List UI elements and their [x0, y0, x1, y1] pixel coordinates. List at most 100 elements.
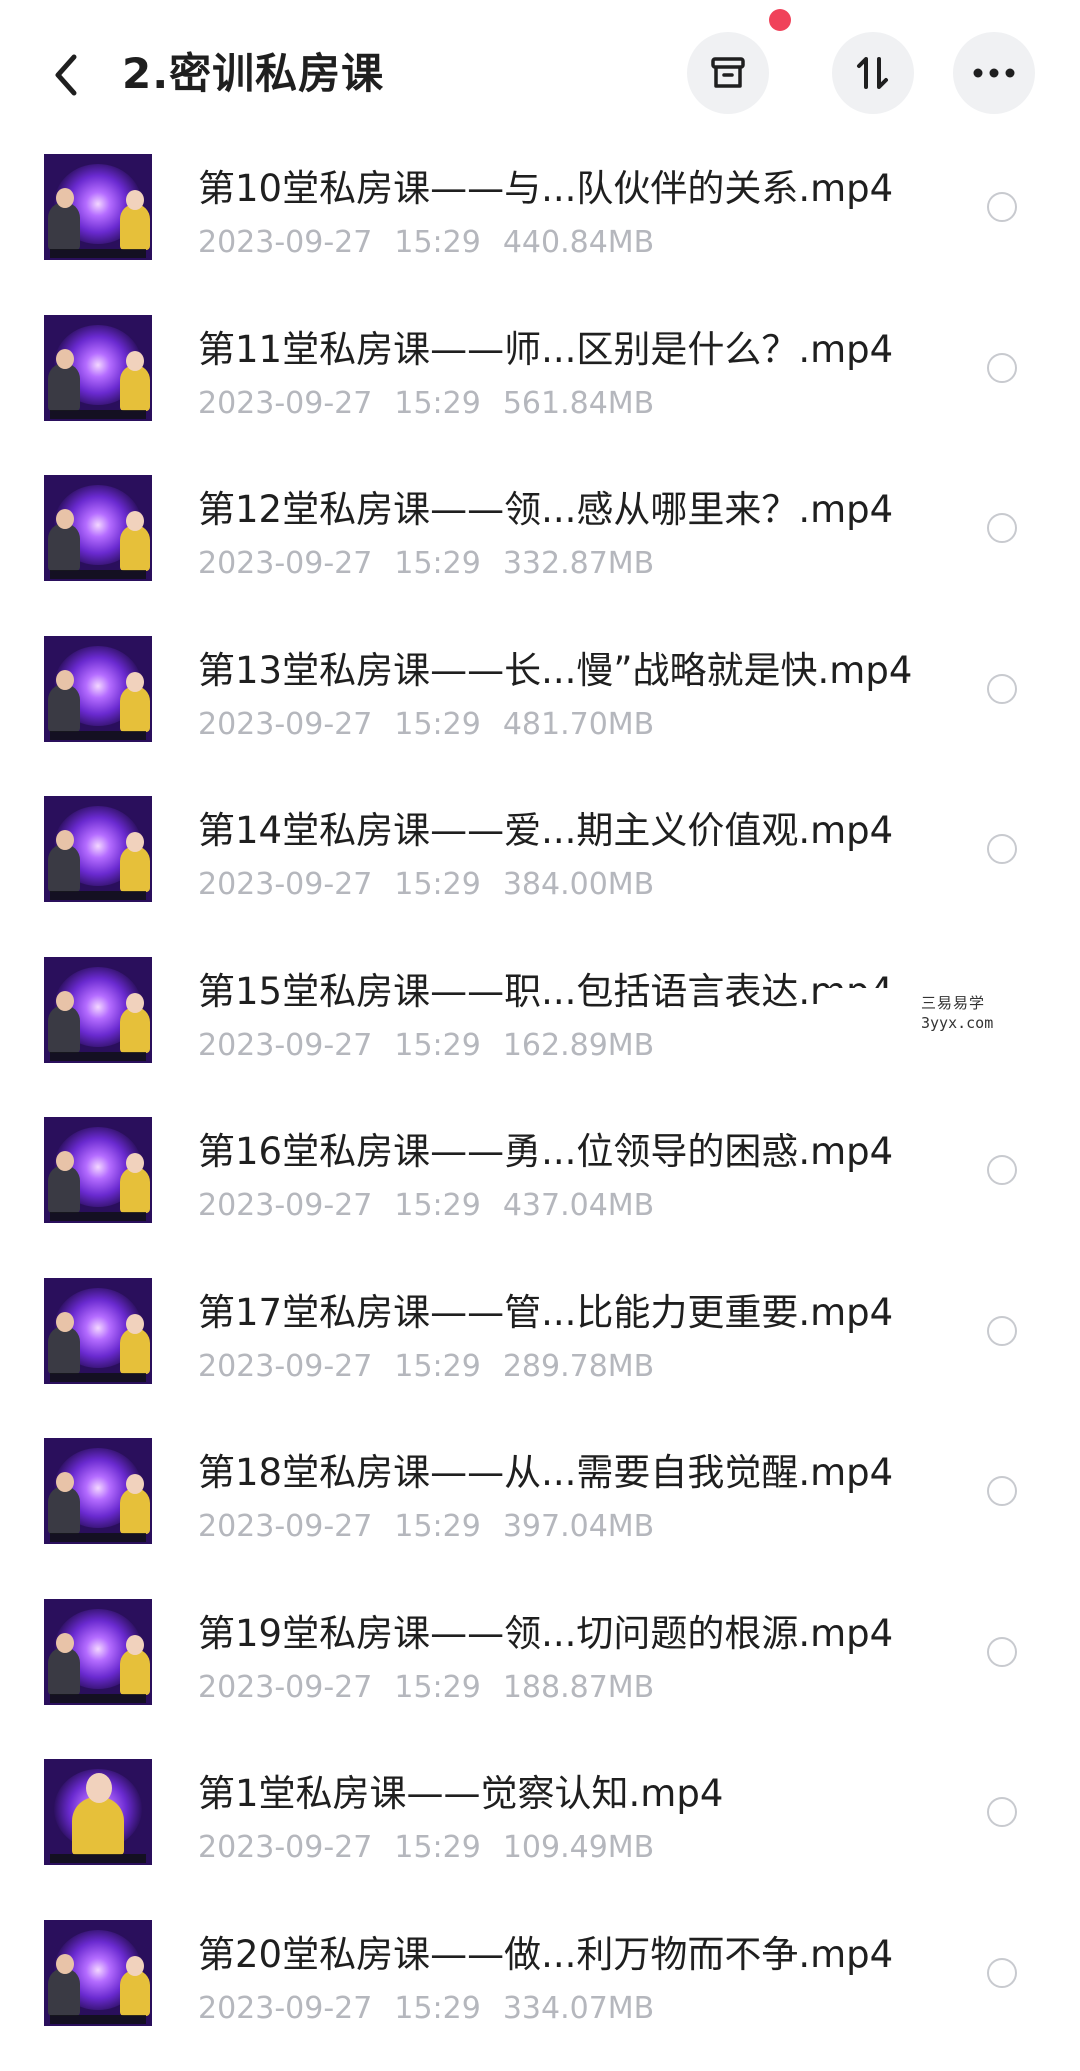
- file-name: 第12堂私房课——领...感从哪里来？.mp4: [198, 484, 893, 536]
- file-meta: 2023-09-27 15:29 332.87MB: [198, 544, 676, 584]
- select-radio[interactable]: [987, 513, 1017, 543]
- select-radio[interactable]: [987, 1797, 1017, 1827]
- select-radio[interactable]: [987, 1155, 1017, 1185]
- video-thumbnail: [44, 154, 152, 260]
- video-thumbnail: [44, 1117, 152, 1223]
- file-time: 15:29: [394, 1670, 480, 1705]
- sort-arrows-icon: [853, 53, 893, 93]
- archive-button[interactable]: [687, 32, 769, 114]
- file-date: 2023-09-27: [198, 867, 372, 902]
- file-row[interactable]: 第18堂私房课——从...需要自我觉醒.mp4 2023-09-27 15:29 3…: [0, 1429, 1080, 1590]
- file-date: 2023-09-27: [198, 1830, 372, 1865]
- file-row[interactable]: 第11堂私房课——师...区别是什么？.mp4 2023-09-27 15:29 5…: [0, 306, 1080, 467]
- file-meta: 2023-09-27 15:29 561.84MB: [198, 384, 676, 424]
- file-time: 15:29: [394, 386, 480, 421]
- notification-dot: [769, 9, 791, 31]
- file-size: 162.89MB: [503, 1028, 654, 1063]
- file-row[interactable]: 第13堂私房课——长...慢”战略就是快.mp4 2023-09-27 15:29…: [0, 627, 1080, 788]
- file-list: 第10堂私房课——与...队伙伴的关系.mp4 2023-09-27 15:29 4…: [0, 145, 1080, 2071]
- watermark-text: 三易易学: [921, 992, 985, 1013]
- file-date: 2023-09-27: [198, 386, 372, 421]
- file-time: 15:29: [394, 707, 480, 742]
- file-name: 第19堂私房课——领...切问题的根源.mp4: [198, 1608, 893, 1660]
- select-radio[interactable]: [987, 1476, 1017, 1506]
- file-time: 15:29: [394, 225, 480, 260]
- file-name: 第18堂私房课——从...需要自我觉醒.mp4: [198, 1447, 893, 1499]
- file-size: 440.84MB: [503, 225, 654, 260]
- video-thumbnail: [44, 475, 152, 581]
- file-row[interactable]: 第12堂私房课——领...感从哪里来？.mp4 2023-09-27 15:29 3…: [0, 466, 1080, 627]
- select-radio[interactable]: [987, 674, 1017, 704]
- sort-button[interactable]: [832, 32, 914, 114]
- file-meta: 2023-09-27 15:29 109.49MB: [198, 1828, 676, 1868]
- file-row[interactable]: 第16堂私房课——勇...位领导的困惑.mp4 2023-09-2715:294…: [0, 1108, 1080, 1269]
- video-thumbnail: [44, 957, 152, 1063]
- video-thumbnail: [44, 1438, 152, 1544]
- file-date: 2023-09-27: [198, 1028, 372, 1063]
- back-button[interactable]: [46, 50, 86, 100]
- file-name: 第10堂私房课——与...队伙伴的关系.mp4: [198, 163, 893, 215]
- file-size: 384.00MB: [503, 867, 654, 902]
- video-thumbnail: [44, 1599, 152, 1705]
- select-radio[interactable]: [987, 834, 1017, 864]
- video-thumbnail: [44, 636, 152, 742]
- file-name: 第20堂私房课——做...利万物而不争.mp4: [198, 1929, 893, 1981]
- file-date: 2023-09-27: [198, 225, 372, 260]
- file-name: 第14堂私房课——爱...期主义价值观.mp4: [198, 805, 893, 857]
- more-dots-icon: [972, 67, 1016, 79]
- file-name: 第11堂私房课——师...区别是什么？.mp4: [198, 324, 893, 376]
- file-row[interactable]: 第10堂私房课——与...队伙伴的关系.mp4 2023-09-27 15:29 4…: [0, 145, 1080, 306]
- file-date: 2023-09-27: [198, 1670, 372, 1705]
- file-meta: 2023-09-2715:29289.78MB: [198, 1347, 676, 1387]
- file-time: 15:29: [394, 546, 480, 581]
- file-date: 2023-09-27: [198, 1991, 372, 2026]
- file-meta: 2023-09-27 15:29 481.70MB: [198, 705, 676, 745]
- archive-box-icon: [708, 53, 748, 93]
- watermark: 三易易学 3yyx.com: [823, 988, 1080, 1040]
- video-thumbnail: [44, 1278, 152, 1384]
- file-size: 437.04MB: [503, 1188, 654, 1223]
- top-bar: 2.密训私房课: [0, 0, 1080, 145]
- video-thumbnail: [44, 796, 152, 902]
- file-size: 332.87MB: [503, 546, 654, 581]
- file-row[interactable]: 第20堂私房课——做...利万物而不争.mp4 2023-09-27 15:29 3…: [0, 1911, 1080, 2071]
- file-name: 第15堂私房课——职...包括语言表达.mp4: [198, 966, 893, 1018]
- file-name: 第13堂私房课——长...慢”战略就是快.mp4: [198, 645, 912, 697]
- file-time: 15:29: [394, 1830, 480, 1865]
- select-radio[interactable]: [987, 192, 1017, 222]
- file-size: 334.07MB: [503, 1991, 654, 2026]
- file-size: 561.84MB: [503, 386, 654, 421]
- file-meta: 2023-09-27 15:29 334.07MB: [198, 1989, 676, 2029]
- file-date: 2023-09-27: [198, 1349, 372, 1384]
- file-row[interactable]: 第19堂私房课——领...切问题的根源.mp4 2023-09-2715:291…: [0, 1590, 1080, 1751]
- file-date: 2023-09-27: [198, 707, 372, 742]
- file-row[interactable]: 第14堂私房课——爱...期主义价值观.mp4 2023-09-2715:293…: [0, 787, 1080, 948]
- file-size: 109.49MB: [503, 1830, 654, 1865]
- file-meta: 2023-09-27 15:29 162.89MB: [198, 1026, 676, 1066]
- file-name: 第1堂私房课——觉察认知.mp4: [198, 1768, 723, 1820]
- file-name: 第16堂私房课——勇...位领导的困惑.mp4: [198, 1126, 893, 1178]
- file-time: 15:29: [394, 1509, 480, 1544]
- file-time: 15:29: [394, 1028, 480, 1063]
- chevron-left-icon: [52, 53, 80, 97]
- file-meta: 2023-09-27 15:29 440.84MB: [198, 223, 676, 263]
- video-thumbnail: [44, 1759, 152, 1865]
- select-radio[interactable]: [987, 1316, 1017, 1346]
- file-size: 289.78MB: [503, 1349, 654, 1384]
- file-size: 397.04MB: [503, 1509, 654, 1544]
- more-button[interactable]: [953, 32, 1035, 114]
- watermark-url: 3yyx.com: [921, 1014, 993, 1032]
- file-row[interactable]: 第1堂私房课——觉察认知.mp4 2023-09-27 15:29 109.49MB: [0, 1750, 1080, 1911]
- file-meta: 2023-09-2715:29188.87MB: [198, 1668, 676, 1708]
- file-meta: 2023-09-2715:29437.04MB: [198, 1186, 676, 1226]
- select-radio[interactable]: [987, 1958, 1017, 1988]
- page-title: 2.密训私房课: [122, 44, 384, 104]
- file-size: 481.70MB: [503, 707, 654, 742]
- file-row[interactable]: 第17堂私房课——管...比能力更重要.mp4 2023-09-2715:292…: [0, 1269, 1080, 1430]
- file-date: 2023-09-27: [198, 546, 372, 581]
- file-date: 2023-09-27: [198, 1509, 372, 1544]
- select-radio[interactable]: [987, 1637, 1017, 1667]
- select-radio[interactable]: [987, 353, 1017, 383]
- file-time: 15:29: [394, 1991, 480, 2026]
- file-time: 15:29: [394, 1188, 480, 1223]
